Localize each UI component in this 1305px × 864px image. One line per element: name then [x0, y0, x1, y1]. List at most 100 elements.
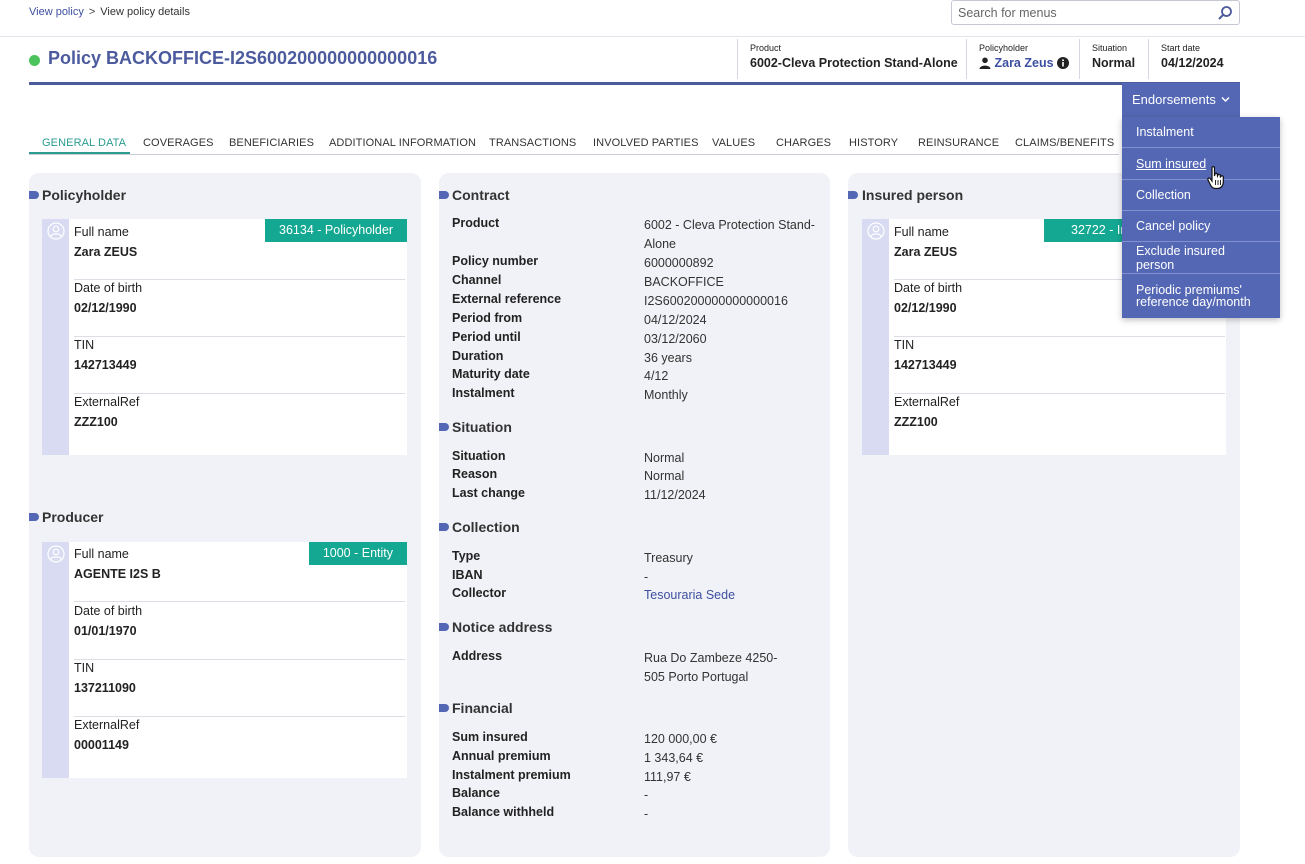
divider — [74, 336, 405, 337]
row-value: BACKOFFICE — [644, 275, 724, 289]
chevron-down-icon — [1221, 96, 1230, 103]
section-title-notice-address: Notice address — [452, 619, 553, 635]
field-label: ExternalRef — [894, 395, 960, 409]
field-external-ref: ExternalRef ZZZ100 — [894, 395, 1225, 451]
header-policyholder-name[interactable]: Zara Zeus — [994, 56, 1053, 70]
section-marker-icon — [439, 191, 449, 199]
row-label: Annual premium — [452, 749, 551, 763]
header-situation-value: Normal — [1092, 56, 1136, 70]
menu-item-collection[interactable]: Collection — [1122, 180, 1280, 211]
row-value: Normal — [644, 451, 685, 465]
row-value: - — [644, 807, 649, 821]
field-full-name: Full name Zara ZEUS — [74, 225, 405, 280]
tab-values[interactable]: VALUES — [712, 137, 755, 149]
breadcrumb: View policy > View policy details — [29, 6, 190, 18]
field-value: ZZZ100 — [894, 415, 938, 429]
policy-header: Policy BACKOFFICE-I2S600200000000000016 … — [29, 37, 1240, 85]
field-label: Date of birth — [74, 604, 143, 618]
row-value: Monthly — [644, 388, 688, 402]
row-value: 1 343,64 € — [644, 751, 704, 765]
search-icon[interactable] — [1217, 5, 1233, 21]
endorsements-menu: Instalment Sum insured Collection Cancel… — [1122, 117, 1280, 318]
section-marker-icon — [848, 191, 858, 199]
tab-general-data[interactable]: GENERAL DATA — [42, 137, 126, 149]
menu-item-instalment[interactable]: Instalment — [1122, 117, 1280, 148]
tab-charges[interactable]: CHARGES — [776, 137, 831, 149]
menu-item-periodic-premiums[interactable]: Periodic premiums' reference day/month — [1122, 274, 1280, 318]
row-value: 111,97 € — [644, 770, 691, 784]
section-marker-icon — [439, 523, 449, 531]
row-value: 11/12/2024 — [644, 488, 706, 502]
row-value: 36 years — [644, 351, 692, 365]
row-label: Collector — [452, 586, 507, 600]
row-label: Duration — [452, 349, 504, 363]
row-value: 4/12 — [644, 369, 669, 383]
avatar-icon — [47, 545, 65, 563]
field-value: 142713449 — [74, 358, 137, 372]
row-value: 03/12/2060 — [644, 332, 707, 346]
section-title-contract: Contract — [452, 187, 510, 203]
field-tin: TIN 137211090 — [74, 661, 405, 717]
menu-item-sum-insured[interactable]: Sum insured — [1122, 148, 1280, 180]
row-value: - — [644, 788, 649, 802]
row-label: Reason — [452, 467, 498, 481]
header-start-label: Start date — [1161, 43, 1201, 53]
tab-reinsurance[interactable]: REINSURANCE — [918, 137, 999, 149]
card-strip — [862, 219, 889, 455]
field-value: ZZZ100 — [74, 415, 118, 429]
field-tin: TIN 142713449 — [74, 338, 405, 394]
row-label: Last change — [452, 486, 525, 500]
row-label: Instalment premium — [452, 768, 571, 782]
tab-transactions[interactable]: TRANSACTIONS — [489, 137, 576, 149]
field-label: TIN — [74, 338, 95, 352]
endorsements-button[interactable]: Endorsements — [1122, 83, 1240, 117]
field-value: AGENTE I2S B — [74, 567, 161, 581]
menu-item-cancel-policy[interactable]: Cancel policy — [1122, 211, 1280, 242]
row-label: Sum insured — [452, 730, 528, 744]
row-label: IBAN — [452, 568, 483, 582]
row-value: 120 000,00 € — [644, 732, 717, 746]
divider — [74, 716, 405, 717]
header-policyholder-value[interactable]: Zara Zeus — [979, 56, 1080, 70]
row-value: 04/12/2024 — [644, 313, 707, 327]
search-input[interactable] — [952, 1, 1202, 24]
status-dot — [29, 55, 40, 66]
policyholder-card: 36134 - Policyholder Full name Zara ZEUS … — [42, 219, 407, 455]
menu-item-exclude-insured-person[interactable]: Exclude insured person — [1122, 242, 1280, 274]
field-label: ExternalRef — [74, 395, 140, 409]
field-value: 01/01/1970 — [74, 624, 137, 638]
tab-coverages[interactable]: COVERAGES — [143, 137, 214, 149]
collector-link[interactable]: Tesouraria Sede — [644, 586, 824, 605]
row-value: - — [644, 570, 649, 584]
tab-history[interactable]: HISTORY — [849, 137, 898, 149]
field-value: 137211090 — [74, 681, 136, 695]
tab-involved-parties[interactable]: INVOLVED PARTIES — [593, 137, 699, 149]
section-title-insured-person: Insured person — [862, 187, 964, 203]
field-external-ref: ExternalRef ZZZ100 — [74, 395, 405, 451]
field-label: TIN — [74, 661, 95, 675]
row-label: Product — [452, 216, 500, 230]
row-label: Balance withheld — [452, 805, 555, 819]
field-date-of-birth: Date of birth 01/01/1970 — [74, 604, 405, 660]
row-value: Treasury — [644, 551, 693, 565]
producer-card: 1000 - Entity Full name AGENTE I2S B Date… — [42, 542, 407, 778]
endorsements-label: Endorsements — [1132, 92, 1216, 107]
section-marker-icon — [29, 513, 39, 521]
section-title-situation: Situation — [452, 419, 512, 435]
row-label: Policy number — [452, 254, 539, 268]
field-value: 02/12/1990 — [74, 301, 137, 315]
divider — [74, 393, 405, 394]
user-icon — [979, 57, 991, 69]
row-label: Period until — [452, 330, 521, 344]
divider — [74, 659, 405, 660]
tab-claims-benefits[interactable]: CLAIMS/BENEFITS — [1015, 137, 1114, 149]
tab-beneficiaries[interactable]: BENEFICIARIES — [229, 137, 314, 149]
section-marker-icon — [439, 423, 449, 431]
info-icon[interactable] — [1057, 57, 1070, 69]
row-label: Maturity date — [452, 367, 530, 381]
header-start-date: Start date 04/12/2024 — [1148, 39, 1240, 79]
breadcrumb-link-view-policy[interactable]: View policy — [29, 6, 84, 18]
top-bar: View policy > View policy details — [0, 0, 1305, 37]
row-value: Normal — [644, 469, 685, 483]
tab-additional-information[interactable]: ADDITIONAL INFORMATION — [329, 137, 476, 149]
